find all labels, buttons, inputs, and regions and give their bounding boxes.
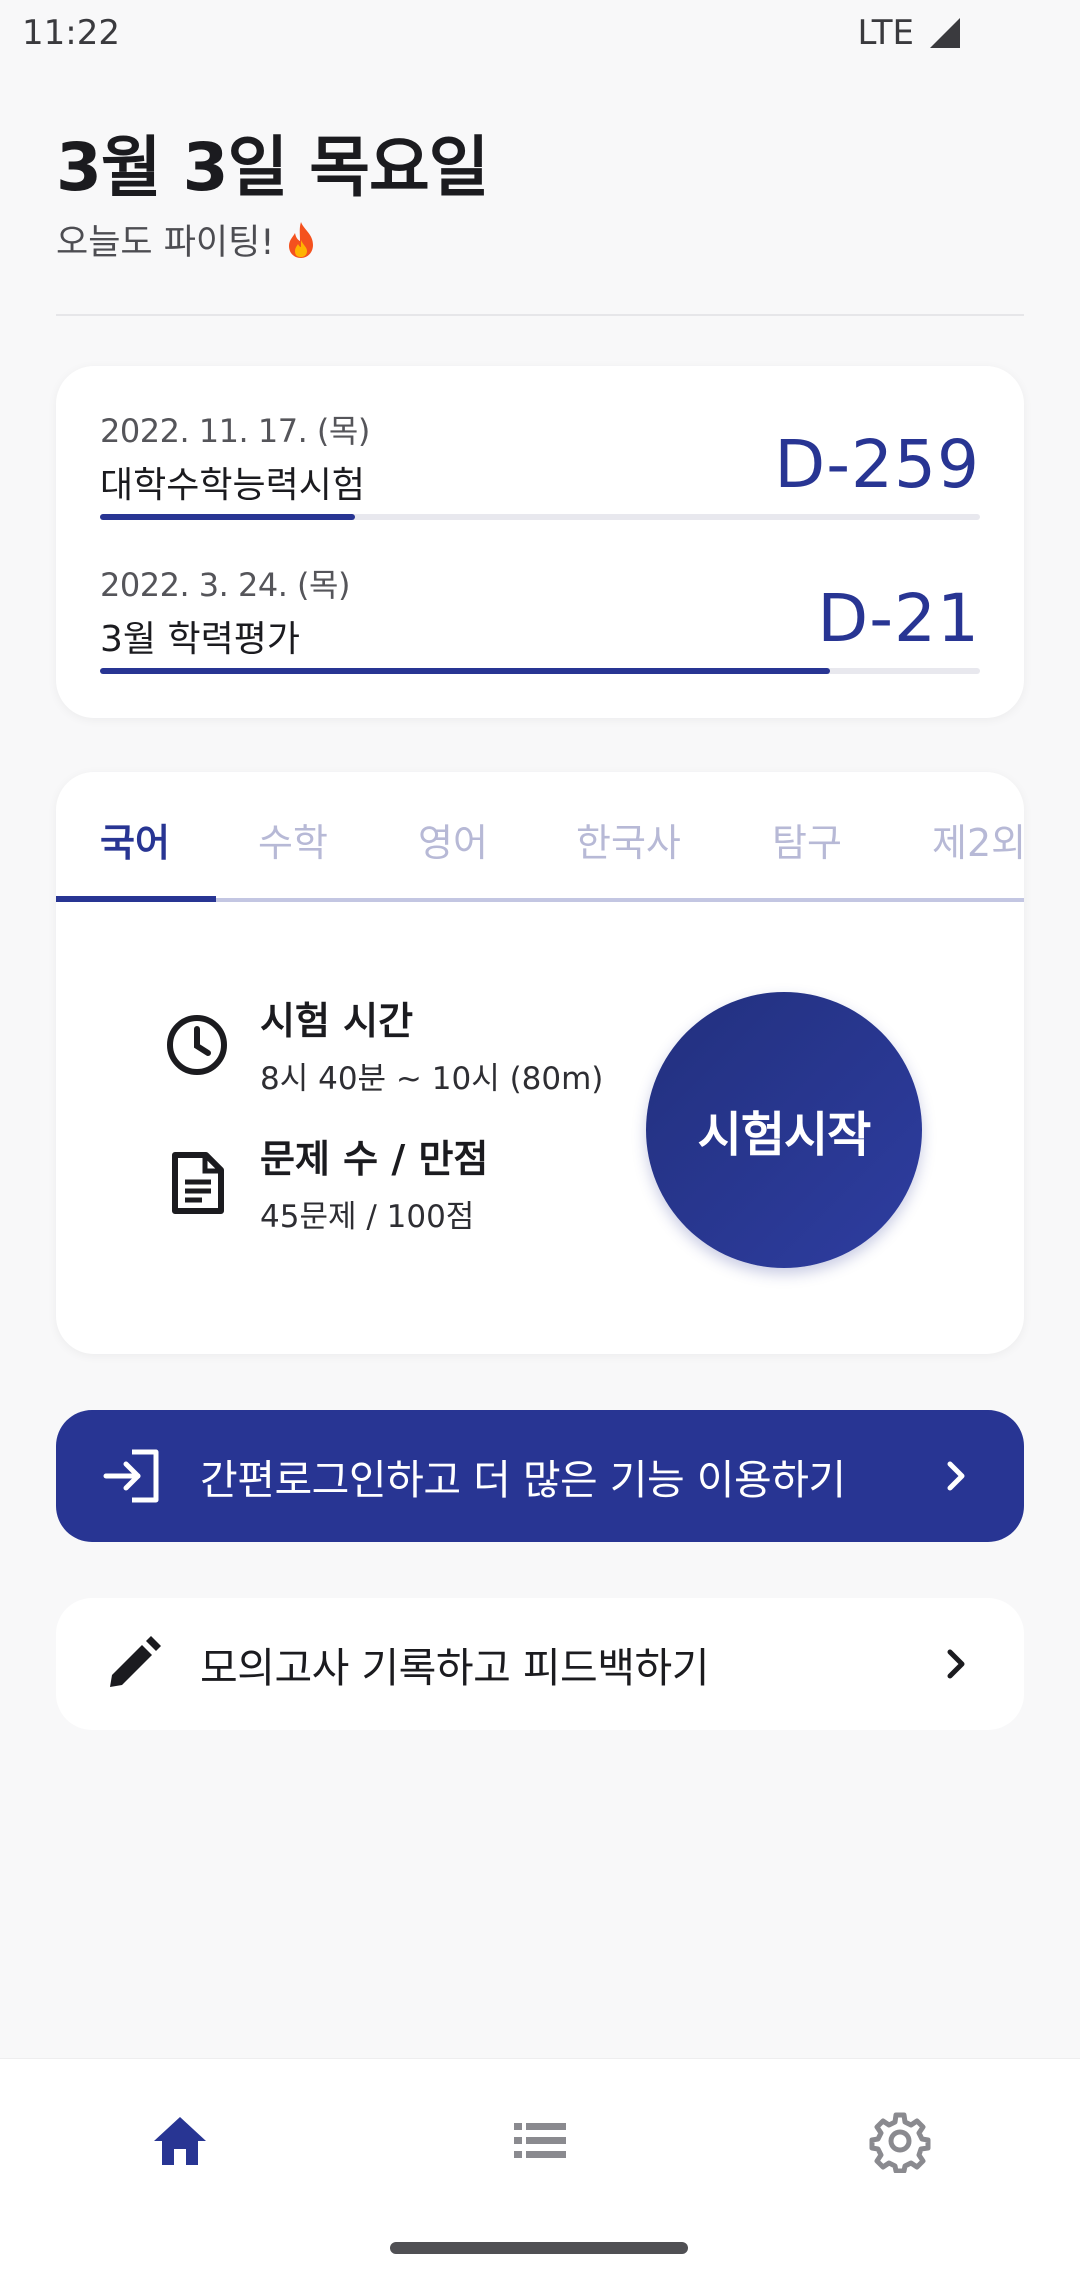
tab-inquiry[interactable]: 탐구 xyxy=(772,812,842,867)
tab-second-language[interactable]: 제2외 xyxy=(932,812,1024,867)
dday-count: D-21 xyxy=(817,580,980,657)
list-icon[interactable] xyxy=(508,2109,572,2173)
dday-progress-track xyxy=(100,514,980,520)
signal-icon xyxy=(930,18,960,48)
chevron-right-icon xyxy=(947,1461,965,1491)
subtitle: 오늘도 파이팅! xyxy=(56,223,275,263)
exam-time-info: 시험 시간 8시 40분 ~ 10시 (80m) xyxy=(162,990,603,1098)
tab-english[interactable]: 영어 xyxy=(418,812,488,867)
home-icon[interactable] xyxy=(148,2109,212,2173)
record-banner[interactable]: 모의고사 기록하고 피드백하기 xyxy=(56,1598,1024,1730)
dday-progress-fill xyxy=(100,668,831,674)
subject-tabs: 국어 수학 영어 한국사 탐구 제2외 xyxy=(56,772,1024,904)
dday-card: 2022. 11. 17. (목) 대학수학능력시험 D-259 2022. 3… xyxy=(56,366,1024,718)
status-bar: 11:22 LTE xyxy=(0,0,1080,66)
clock-icon xyxy=(167,1015,227,1075)
tab-korean[interactable]: 국어 xyxy=(100,812,170,867)
tab-math[interactable]: 수학 xyxy=(258,812,328,867)
start-exam-button[interactable]: 시험시작 xyxy=(646,992,922,1268)
exam-questions-value: 45문제 / 100점 xyxy=(260,1199,475,1235)
status-time: 11:22 xyxy=(22,13,120,53)
login-banner-label: 간편로그인하고 더 많은 기능 이용하기 xyxy=(200,1456,846,1504)
page-title: 3월 3일 목요일 xyxy=(56,129,489,206)
network-type: LTE xyxy=(857,13,914,53)
header: 3월 3일 목요일 오늘도 파이팅! xyxy=(56,126,1024,265)
settings-icon[interactable] xyxy=(868,2109,932,2173)
exam-questions-info: 문제 수 / 만점 45문제 / 100점 xyxy=(162,1128,488,1236)
exam-time-value: 8시 40분 ~ 10시 (80m) xyxy=(260,1061,604,1097)
dday-row[interactable]: 2022. 3. 24. (목) 3월 학력평가 D-21 xyxy=(100,560,980,714)
login-banner[interactable]: 간편로그인하고 더 많은 기능 이용하기 xyxy=(56,1410,1024,1542)
dday-count: D-259 xyxy=(774,426,980,503)
exam-card: 국어 수학 영어 한국사 탐구 제2외 시험 시간 8시 40분 ~ 10시 (… xyxy=(56,772,1024,1354)
fire-icon xyxy=(289,221,314,258)
exam-questions-title: 문제 수 / 만점 xyxy=(260,1137,489,1181)
tab-korean-history[interactable]: 한국사 xyxy=(576,812,681,867)
document-icon xyxy=(172,1152,224,1214)
pencil-icon xyxy=(110,1636,161,1687)
home-indicator xyxy=(390,2242,688,2254)
login-icon xyxy=(103,1449,159,1503)
exam-time-title: 시험 시간 xyxy=(260,999,414,1043)
header-divider xyxy=(56,314,1024,316)
dday-progress-fill xyxy=(100,514,356,520)
record-banner-label: 모의고사 기록하고 피드백하기 xyxy=(200,1644,709,1692)
chevron-right-icon xyxy=(947,1649,965,1679)
tab-active-indicator xyxy=(56,896,216,902)
dday-progress-track xyxy=(100,668,980,674)
dday-row[interactable]: 2022. 11. 17. (목) 대학수학능력시험 D-259 xyxy=(100,406,980,560)
